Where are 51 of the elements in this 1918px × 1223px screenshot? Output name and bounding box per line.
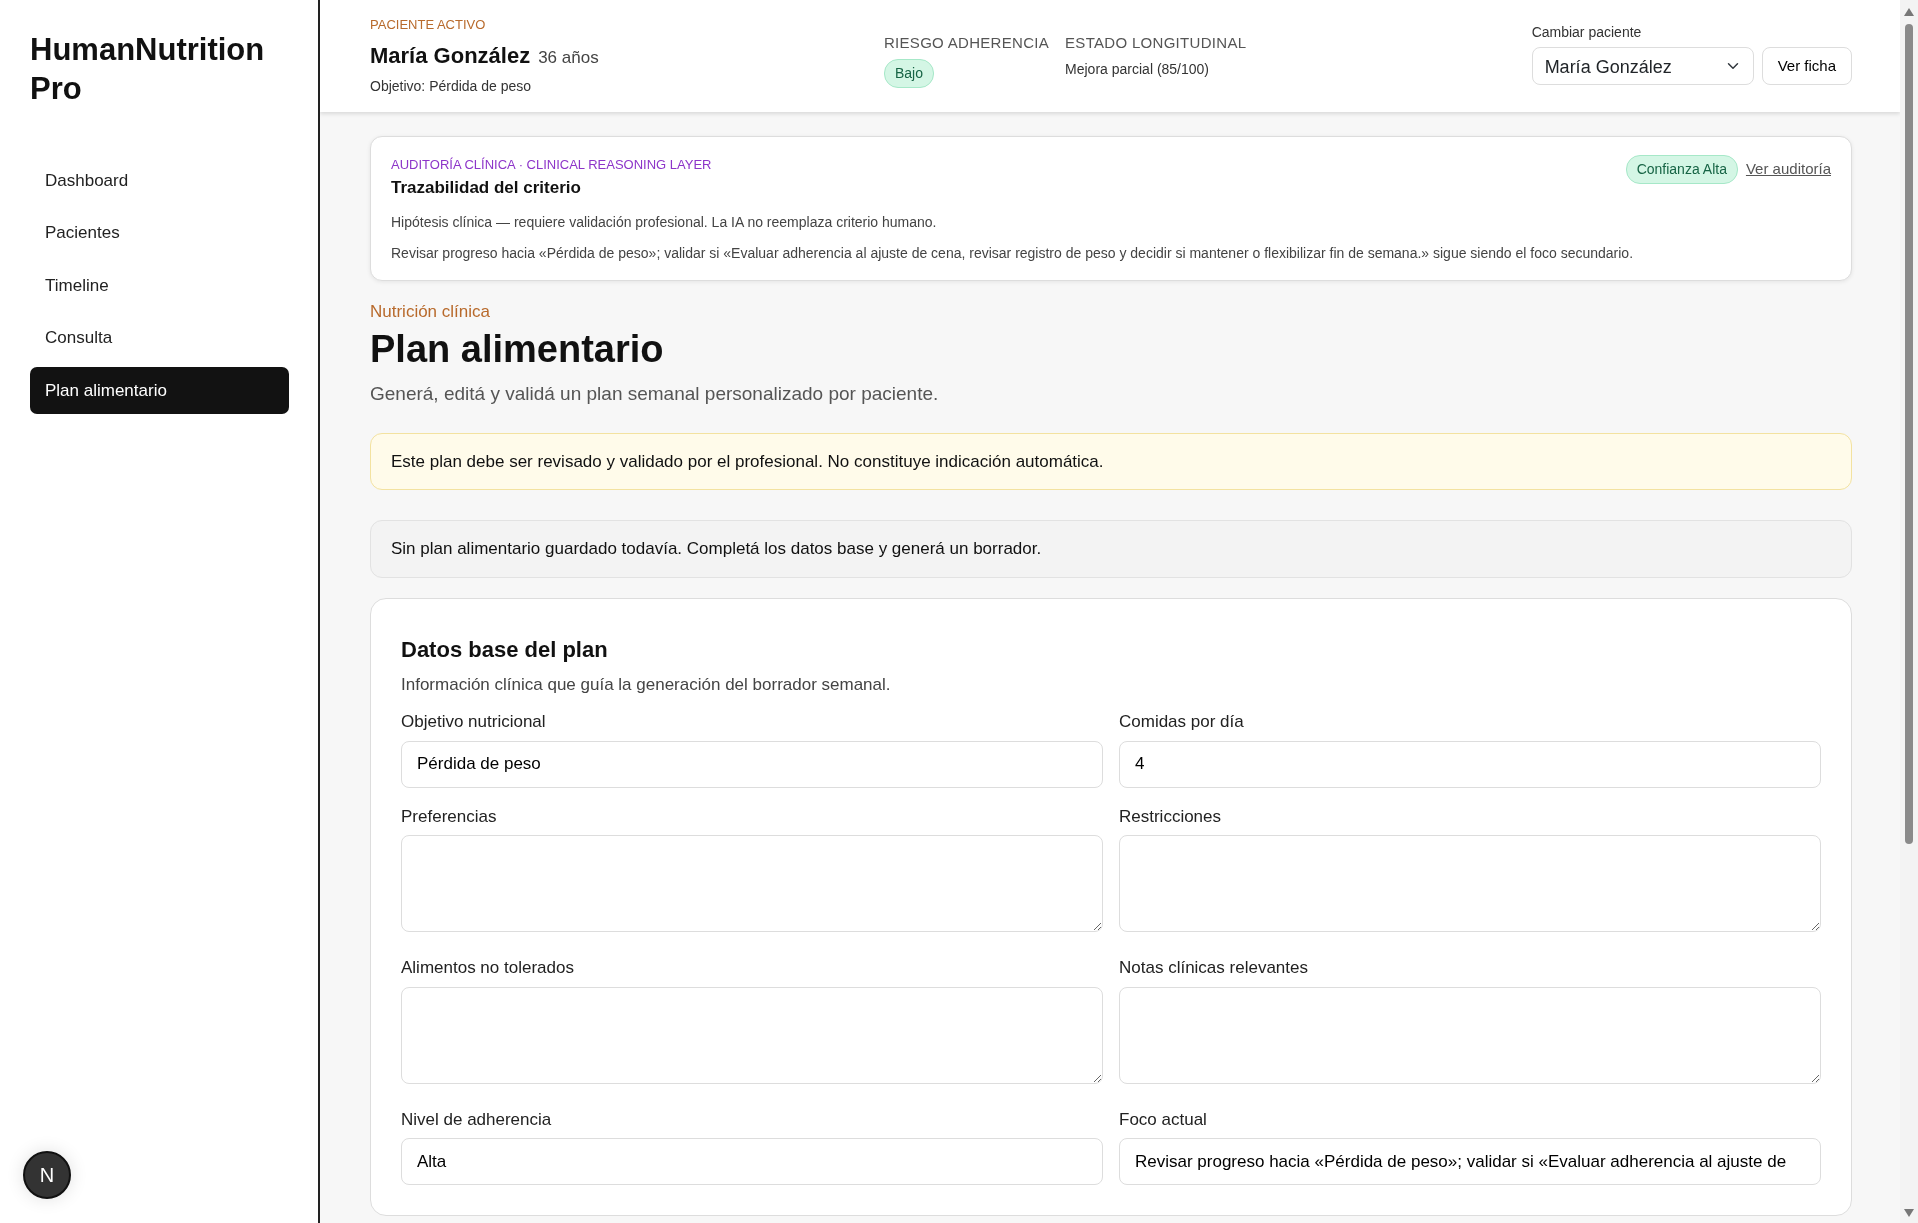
warning-alert: Este plan debe ser revisado y validado por el profesional. No constituye indicación automática. [370,432,1852,491]
section-label: PACIENTE ACTIVO [370,16,487,34]
nav-item[interactable]: Plan alimentario [30,366,289,415]
input-field[interactable]: 4 [1119,740,1821,788]
page-title: Plan alimentario [370,326,665,372]
audit-title: Trazabilidad del criterio [391,176,582,199]
objective-text: Objetivo: Pérdida de peso [370,76,533,96]
field-label: Nivel de adherencia [401,1108,553,1131]
stat-label: RIESGO ADHERENCIA [883,33,1050,53]
field-label: Notas clínicas relevantes [1119,957,1309,980]
risk-badge: Bajo [883,58,934,88]
scroll-down-icon[interactable] [1904,1209,1914,1217]
view-record-button[interactable]: Ver ficha [1761,47,1852,85]
input-field[interactable]: Pérdida de peso [401,740,1103,788]
text-area[interactable] [1119,986,1821,1084]
scrollbar[interactable] [1900,0,1918,1223]
nav-item[interactable]: Pacientes [30,209,289,257]
field-label: Objetivo nutricional [401,711,547,734]
scrollbar-thumb[interactable] [1905,24,1913,844]
patient-age: 36 años [538,46,599,69]
avatar-button[interactable]: N [23,1151,71,1199]
field-label: Restricciones [1119,805,1223,828]
input-field[interactable]: Revisar progreso hacia «Pérdida de peso»; validar si «Evaluar adherencia al ajuste de [1119,1138,1821,1186]
audit-text: Revisar progreso hacia «Pérdida de peso»; validar si «Evaluar adherencia al ajuste de cena, revisar registro de peso y decidir si mantener o flexibilizar fin de semana.» sigue siendo el foco secundario. [391,244,1635,263]
nav-item[interactable]: Dashboard [30,156,289,205]
nav-item[interactable]: Timeline [30,261,289,310]
audit-link[interactable]: Ver auditoría [1745,158,1831,181]
input-field[interactable]: Alta [401,1138,1103,1186]
nav-item[interactable]: Consulta [30,314,289,362]
form-description: Información clínica que guía la generación del borrador semanal. [401,673,892,696]
text-area[interactable] [1119,835,1821,933]
app-logo: HumanNutrition Pro [30,31,266,109]
field-label: Alimentos no tolerados [401,957,575,980]
patient-select[interactable]: María González [1531,47,1754,85]
scroll-up-icon[interactable] [1904,8,1914,16]
audit-text: Hipótesis clínica — requiere validación profesional. La IA no reemplaza criterio humano. [391,213,938,232]
page-eyebrow: Nutrición clínica [370,301,491,323]
info-alert: Sin plan alimentario guardado todavía. Completá los datos base y generá un borrador. [370,520,1852,578]
audit-label: AUDITORÍA CLÍNICA · CLINICAL REASONING LAYER [391,156,712,174]
confidence-badge: Confianza Alta [1625,155,1738,184]
stat-label: ESTADO LONGITUDINAL [1065,33,1247,53]
field-label: Comidas por día [1119,711,1245,734]
stat-value: Mejora parcial (85/100) [1065,59,1211,79]
form-title: Datos base del plan [401,635,609,664]
text-area[interactable] [401,986,1103,1084]
text-area[interactable] [401,835,1103,933]
field-label: Cambiar paciente [1531,23,1643,42]
field-label: Preferencias [401,805,498,828]
field-label: Foco actual [1119,1108,1208,1131]
page-subtitle: Generá, editá y validá un plan semanal personalizado por paciente. [370,382,940,407]
patient-name: María González [370,41,531,70]
